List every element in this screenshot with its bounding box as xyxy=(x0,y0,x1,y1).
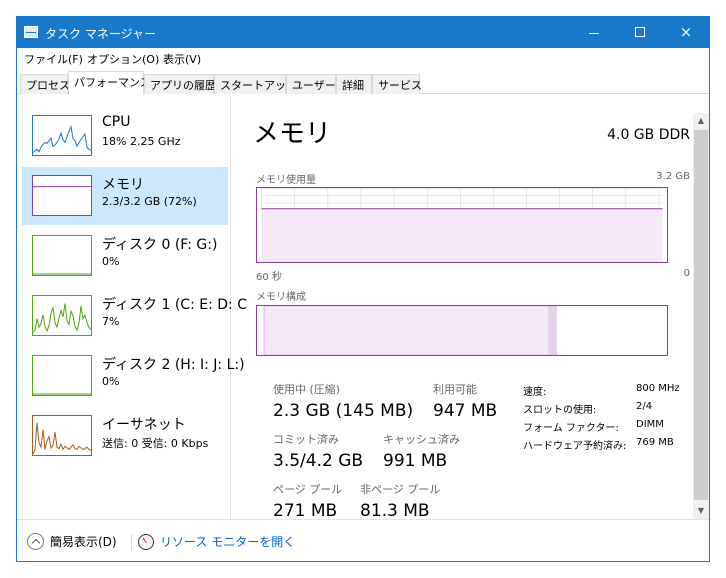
sidebar-item-label: ディスク 2 (H: I: J: L:) xyxy=(102,357,245,373)
memory-spec: 4.0 GB DDR xyxy=(607,127,690,143)
memory-usage-fill xyxy=(261,208,663,262)
resource-sidebar: CPU 18% 2.25 GHz メモリ 2.3/3.2 GB (72%) ディ… xyxy=(17,95,247,519)
speed-value: 800 MHz xyxy=(636,383,680,394)
sidebar-item-disk-1[interactable]: ディスク 1 (C: E: D: C 7% xyxy=(22,287,247,345)
performance-panel: CPU 18% 2.25 GHz メモリ 2.3/3.2 GB (72%) ディ… xyxy=(17,95,709,521)
memory-usage-label: メモリ使用量 xyxy=(256,175,316,186)
sidebar-item-label: CPU xyxy=(102,114,131,130)
sidebar-item-disk-2[interactable]: ディスク 2 (H: I: J: L:) 0% xyxy=(22,347,245,405)
page-title: メモリ xyxy=(253,119,332,149)
tab-startup[interactable]: スタートアップ xyxy=(214,74,297,94)
tab-users[interactable]: ユーザー xyxy=(286,74,336,94)
time-axis-left: 60 秒 xyxy=(256,272,282,283)
hardware-reserved-label: ハードウェア予約済み: xyxy=(523,441,627,452)
fewer-details-label: 簡易表示(D) xyxy=(50,535,117,549)
title-bar: タスク マネージャー × xyxy=(17,17,709,48)
slots-label: スロットの使用: xyxy=(523,405,597,416)
menu-view[interactable]: 表示(V) xyxy=(163,51,201,67)
window-title: タスク マネージャー xyxy=(45,27,156,41)
resource-monitor-label: リソース モニターを開く xyxy=(160,535,296,549)
hardware-reserved-value: 769 MB xyxy=(636,437,674,448)
chevron-up-icon xyxy=(27,533,44,550)
memory-usage-max: 3.2 GB xyxy=(656,171,690,182)
sidebar-item-label: メモリ xyxy=(102,177,144,193)
composition-in-use-segment xyxy=(263,306,550,355)
cached-label: キャッシュ済み xyxy=(383,433,460,446)
disk-thumbnail-icon xyxy=(32,295,92,336)
speed-label: 速度: xyxy=(523,387,547,398)
sidebar-item-value: 送信: 0 受信: 0 Kbps xyxy=(102,437,209,450)
available-label: 利用可能 xyxy=(433,383,477,396)
tab-strip: プロセス パフォーマンス アプリの履歴 スタートアップ ユーザー 詳細 サービス xyxy=(17,70,709,95)
sidebar-item-ethernet[interactable]: イーサネット 送信: 0 受信: 0 Kbps xyxy=(22,407,228,465)
time-axis-right: 0 xyxy=(683,268,690,279)
maximize-icon xyxy=(635,27,645,37)
close-button[interactable]: × xyxy=(663,17,709,48)
scroll-thumb[interactable] xyxy=(694,130,708,500)
cpu-thumbnail-icon xyxy=(32,115,92,156)
minimize-button[interactable] xyxy=(571,17,617,48)
sidebar-item-cpu[interactable]: CPU 18% 2.25 GHz xyxy=(22,107,228,165)
sidebar-item-value: 7% xyxy=(102,315,120,328)
tab-processes[interactable]: プロセス xyxy=(20,74,70,94)
memory-thumbnail-icon xyxy=(32,175,92,216)
menu-bar: ファイル(F) オプション(O) 表示(V) xyxy=(17,48,709,68)
disk-thumbnail-icon xyxy=(32,235,92,276)
tab-services[interactable]: サービス xyxy=(372,74,422,94)
committed-value: 3.5/4.2 GB xyxy=(273,451,364,471)
form-factor-value: DIMM xyxy=(636,419,664,430)
cached-value: 991 MB xyxy=(383,451,448,471)
ethernet-thumbnail-icon xyxy=(32,415,92,456)
sidebar-item-label: ディスク 1 (C: E: D: C xyxy=(102,297,247,313)
paged-pool-value: 271 MB xyxy=(273,501,338,521)
footer-bar: 簡易表示(D) リソース モニターを開く xyxy=(17,519,709,561)
form-factor-label: フォーム ファクター: xyxy=(523,423,619,434)
sidebar-item-value: 2.3/3.2 GB (72%) xyxy=(102,195,197,208)
nonpaged-pool-label: 非ページ プール xyxy=(360,483,441,496)
tab-details[interactable]: 詳細 xyxy=(336,74,372,94)
vertical-scrollbar[interactable]: ▲ ▼ xyxy=(693,113,709,519)
committed-label: コミット済み xyxy=(273,433,339,446)
minimize-icon xyxy=(589,33,599,34)
tab-performance[interactable]: パフォーマンス xyxy=(68,71,151,95)
close-icon: × xyxy=(679,23,693,41)
sidebar-item-value: 0% xyxy=(102,375,120,388)
sidebar-item-label: ディスク 0 (F: G:) xyxy=(102,237,218,253)
slots-value: 2/4 xyxy=(636,401,653,412)
nonpaged-pool-value: 81.3 MB xyxy=(360,501,430,521)
menu-options[interactable]: オプション(O) xyxy=(87,51,159,67)
sidebar-item-memory[interactable]: メモリ 2.3/3.2 GB (72%) xyxy=(22,167,228,225)
resource-monitor-link[interactable]: リソース モニターを開く xyxy=(138,533,295,550)
task-manager-icon xyxy=(24,26,38,38)
in-use-value: 2.3 GB (145 MB) xyxy=(273,401,414,421)
paged-pool-label: ページ プール xyxy=(273,483,343,496)
sidebar-item-value: 0% xyxy=(102,255,120,268)
maximize-button[interactable] xyxy=(617,17,663,48)
memory-usage-graph xyxy=(256,187,668,263)
sidebar-item-value: 18% 2.25 GHz xyxy=(102,135,181,148)
menu-file[interactable]: ファイル(F) xyxy=(24,51,83,67)
memory-composition-bar xyxy=(256,305,668,356)
task-manager-window: タスク マネージャー × ファイル(F) オプション(O) 表示(V) プロセス… xyxy=(16,16,710,562)
sidebar-item-label: イーサネット xyxy=(102,417,186,433)
fewer-details-button[interactable]: 簡易表示(D) xyxy=(27,533,117,550)
scroll-down-icon[interactable]: ▼ xyxy=(693,503,709,519)
memory-composition-label: メモリ構成 xyxy=(256,292,306,303)
in-use-label: 使用中 (圧縮) xyxy=(273,383,341,396)
sidebar-item-disk-0[interactable]: ディスク 0 (F: G:) 0% xyxy=(22,227,228,285)
resource-monitor-icon xyxy=(138,533,154,550)
tab-app-history[interactable]: アプリの履歴 xyxy=(144,74,216,94)
memory-detail-pane: メモリ 4.0 GB DDR メモリ使用量 3.2 GB 60 秒 0 メモリ構… xyxy=(253,95,693,521)
scroll-up-icon[interactable]: ▲ xyxy=(693,113,709,129)
composition-modified-segment xyxy=(549,306,558,355)
available-value: 947 MB xyxy=(433,401,498,421)
footer-divider xyxy=(131,534,132,550)
disk-thumbnail-icon xyxy=(32,355,92,396)
